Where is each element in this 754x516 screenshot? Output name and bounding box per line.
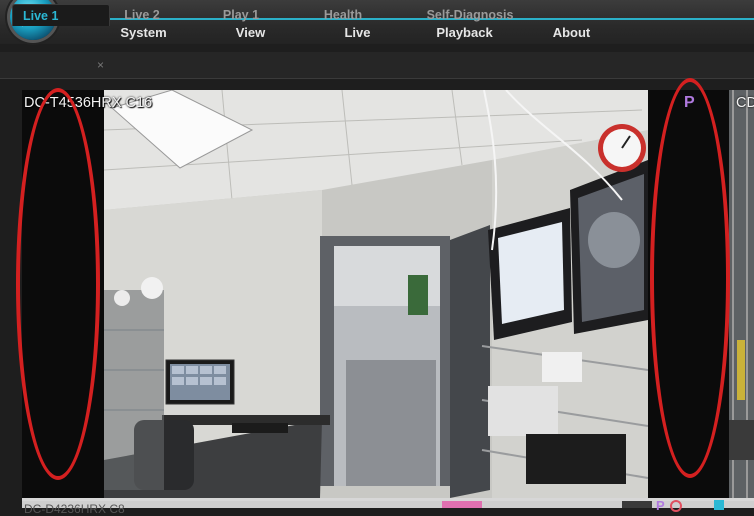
tab-play-1[interactable]: Play 1 <box>210 4 272 26</box>
menu-view[interactable]: View <box>197 25 304 40</box>
menu-about[interactable]: About <box>518 25 625 40</box>
status-square-icon <box>714 500 724 510</box>
tab-self-diagnosis[interactable]: Self-Diagnosis <box>400 4 540 26</box>
camera-feed-image <box>22 90 730 498</box>
tab-close-icon[interactable]: × <box>97 58 104 72</box>
menu-playback[interactable]: Playback <box>411 25 518 40</box>
tab-health[interactable]: Health <box>310 4 376 26</box>
record-indicator-icon <box>670 500 682 512</box>
adjacent-camera-name-label: CD <box>736 95 754 111</box>
adjacent-camera-image <box>729 90 754 498</box>
bottom-ptz-badge: P <box>656 498 665 513</box>
bottom-camera-row[interactable] <box>22 498 754 508</box>
tab-live-2[interactable]: Live 2 <box>112 4 172 26</box>
bottom-camera-preview <box>22 501 754 508</box>
tab-live-1[interactable]: Live 1 <box>12 4 110 26</box>
bottom-camera-name-label: DC-D4236HRX C8 <box>24 502 125 516</box>
annotation-oval-right <box>650 78 730 478</box>
annotation-oval-left <box>16 88 100 480</box>
menu-live[interactable]: Live <box>304 25 411 40</box>
menu-system[interactable]: System <box>90 25 197 40</box>
adjacent-camera-pane[interactable] <box>729 90 754 498</box>
camera-video-pane[interactable] <box>22 90 754 498</box>
tab-bar <box>0 52 754 79</box>
